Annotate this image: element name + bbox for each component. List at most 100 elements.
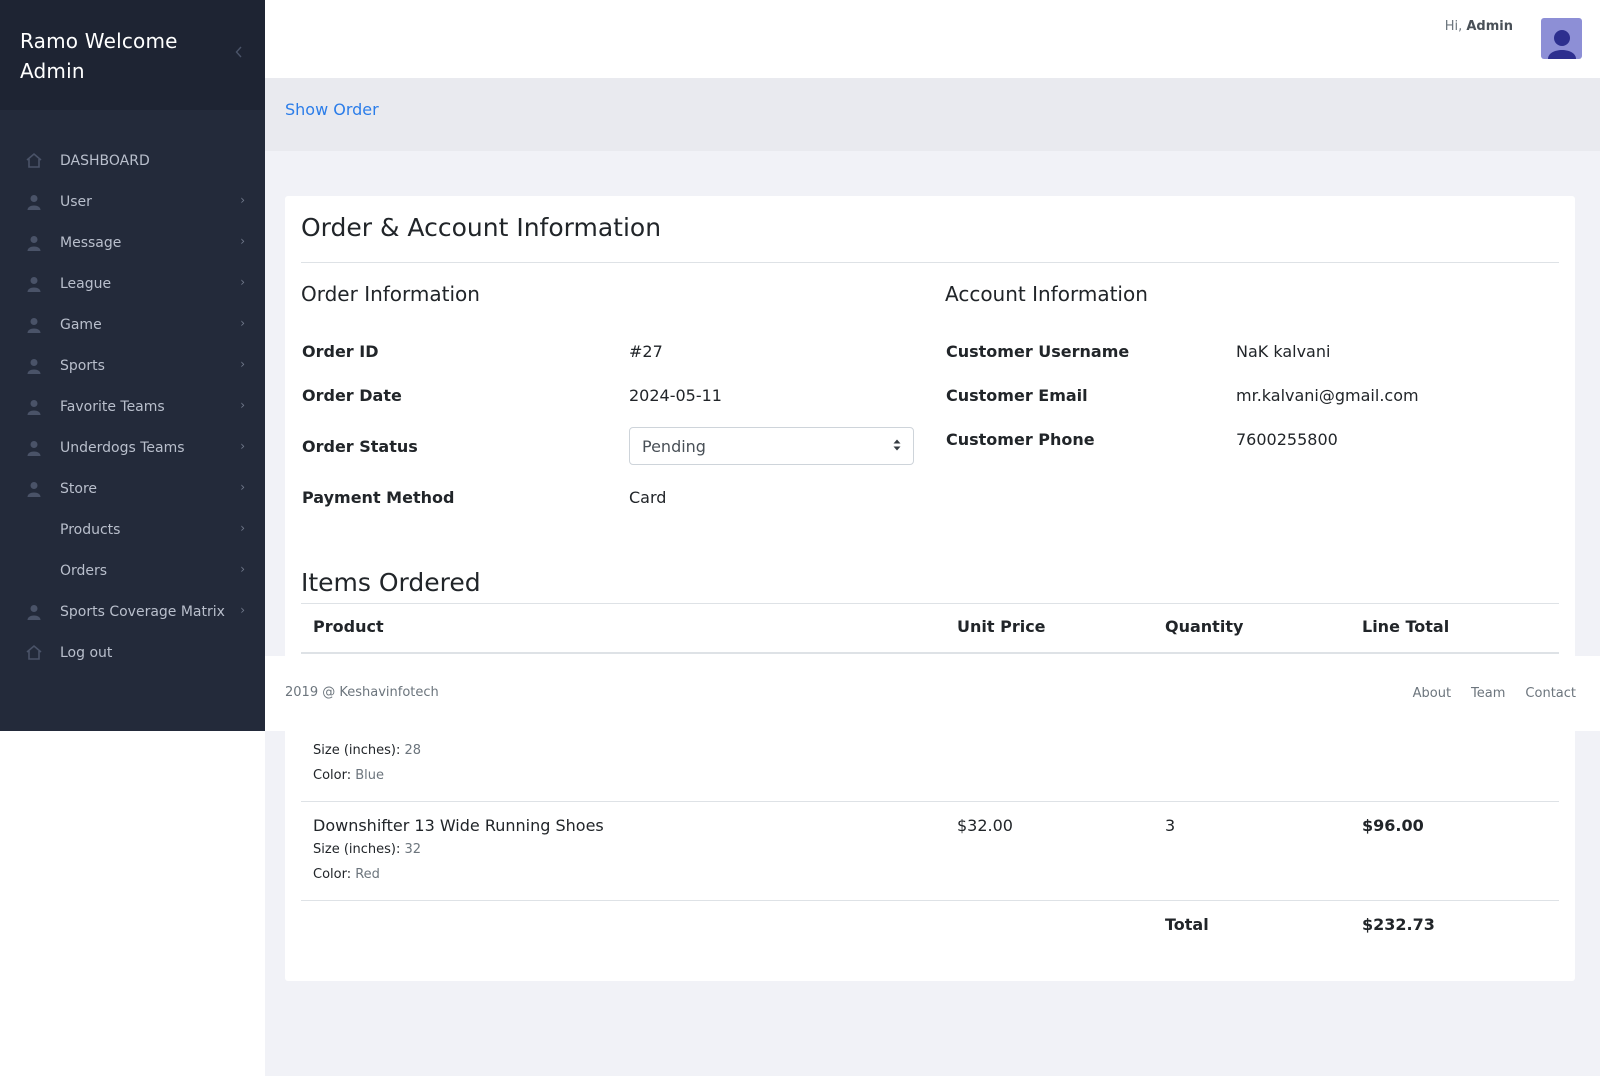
payment-method-value: Card — [629, 488, 667, 507]
column-header-line-total: Line Total — [1362, 617, 1450, 636]
sidebar-item-label: Message — [60, 234, 122, 251]
sidebar-item-label: Underdogs Teams — [60, 439, 185, 456]
sidebar-item-label: DASHBOARD — [60, 152, 150, 169]
sidebar-item-user[interactable]: User › — [0, 181, 265, 222]
chevron-right-icon: › — [240, 398, 245, 412]
sidebar-item-logout[interactable]: Log out — [0, 632, 265, 673]
sidebar-item-underdogs-teams[interactable]: Underdogs Teams › — [0, 427, 265, 468]
sidebar-item-label: Game — [60, 316, 102, 333]
table-top-border — [301, 603, 1559, 604]
breadcrumb-show-order[interactable]: Show Order — [285, 100, 379, 119]
order-info-title: Order Information — [301, 282, 480, 306]
table-row-size: Size (inches): 32 — [313, 842, 422, 857]
table-row-product: Downshifter 13 Wide Running Shoes — [313, 816, 604, 835]
footer-link-contact[interactable]: Contact — [1525, 686, 1576, 701]
column-header-unit-price: Unit Price — [957, 617, 1046, 636]
sidebar-item-dashboard[interactable]: DASHBOARD — [0, 140, 265, 181]
user-icon — [25, 234, 43, 252]
user-icon — [25, 193, 43, 211]
items-ordered-title: Items Ordered — [301, 568, 481, 597]
chevron-right-icon: › — [240, 275, 245, 289]
chevron-right-icon: › — [240, 316, 245, 330]
sidebar-brand: Ramo Welcome Admin — [0, 0, 265, 110]
chevron-right-icon: › — [240, 521, 245, 535]
sidebar-item-label: Products — [60, 521, 121, 538]
order-status-select[interactable]: Pending — [629, 427, 914, 465]
user-icon — [25, 398, 43, 416]
username-text: Admin — [1466, 19, 1513, 34]
customer-username-label: Customer Username — [946, 342, 1130, 361]
table-row-line-total: $96.00 — [1362, 816, 1424, 835]
top-header: Hi, Admin — [265, 0, 1600, 78]
sidebar-item-message[interactable]: Message › — [0, 222, 265, 263]
sidebar-item-sports[interactable]: Sports › — [0, 345, 265, 386]
sidebar-item-label: Log out — [60, 644, 113, 661]
chevron-right-icon: › — [240, 562, 245, 576]
customer-username-value: NaK kalvani — [1236, 342, 1331, 361]
customer-email-label: Customer Email — [946, 386, 1088, 405]
order-date-label: Order Date — [302, 386, 402, 405]
order-date-value: 2024-05-11 — [629, 386, 722, 405]
sidebar-item-league[interactable]: League › — [0, 263, 265, 304]
table-row-quantity: 3 — [1165, 816, 1176, 835]
sidebar: Ramo Welcome Admin DASHBOARD User › Mess… — [0, 0, 265, 731]
sidebar-item-sports-coverage-matrix[interactable]: Sports Coverage Matrix › — [0, 591, 265, 632]
total-value: $232.73 — [1362, 915, 1435, 934]
sidebar-item-label: Favorite Teams — [60, 398, 165, 415]
customer-phone-value: 7600255800 — [1236, 430, 1338, 449]
chevron-left-icon[interactable] — [235, 46, 243, 62]
user-icon — [25, 439, 43, 457]
customer-phone-label: Customer Phone — [946, 430, 1095, 449]
divider — [301, 262, 1559, 263]
user-icon — [25, 603, 43, 621]
page-background — [0, 731, 260, 1076]
sidebar-item-label: League — [60, 275, 112, 292]
sidebar-item-products[interactable]: Products › — [0, 509, 265, 550]
order-card: Order & Account Information Order Inform… — [285, 196, 1575, 981]
sidebar-item-favorite-teams[interactable]: Favorite Teams › — [0, 386, 265, 427]
sidebar-item-label: Sports — [60, 357, 105, 374]
brand-title: Ramo Welcome Admin — [20, 29, 178, 83]
table-header-border — [301, 652, 1559, 654]
sidebar-item-label: User — [60, 193, 92, 210]
breadcrumb: Show Order — [265, 78, 1600, 151]
sidebar-item-label: Sports Coverage Matrix — [60, 603, 225, 620]
customer-email-value: mr.kalvani@gmail.com — [1236, 386, 1419, 405]
table-row-color: Color: Red — [313, 867, 380, 882]
chevron-right-icon: › — [240, 603, 245, 617]
column-header-product: Product — [313, 617, 384, 636]
user-icon — [25, 357, 43, 375]
column-header-quantity: Quantity — [1165, 617, 1244, 636]
user-icon — [25, 275, 43, 293]
footer-links: About Team Contact — [1413, 686, 1576, 701]
user-greeting: Hi, Admin — [1445, 19, 1513, 34]
chevron-right-icon: › — [240, 480, 245, 494]
sidebar-nav: DASHBOARD User › Message › League › Game… — [0, 110, 265, 673]
sidebar-item-orders[interactable]: Orders › — [0, 550, 265, 591]
home-icon — [25, 644, 43, 662]
page-title: Order & Account Information — [301, 213, 662, 242]
user-icon — [25, 316, 43, 334]
table-row-border — [301, 801, 1559, 802]
home-icon — [25, 152, 43, 170]
footer-link-about[interactable]: About — [1413, 686, 1451, 701]
avatar[interactable] — [1541, 18, 1582, 59]
user-icon — [25, 480, 43, 498]
order-status-label: Order Status — [302, 437, 418, 456]
sidebar-item-game[interactable]: Game › — [0, 304, 265, 345]
order-status-value: Pending — [642, 436, 706, 456]
chevron-right-icon: › — [240, 357, 245, 371]
chevron-right-icon: › — [240, 193, 245, 207]
total-label: Total — [1165, 915, 1209, 934]
sidebar-item-store[interactable]: Store › — [0, 468, 265, 509]
table-row-border — [301, 900, 1559, 901]
select-arrows-icon — [893, 438, 901, 452]
payment-method-label: Payment Method — [302, 488, 455, 507]
account-info-title: Account Information — [945, 282, 1148, 306]
chevron-right-icon: › — [240, 439, 245, 453]
greeting-text: Hi, — [1444, 19, 1463, 34]
footer-copyright: 2019 @ Keshavinfotech — [285, 685, 439, 700]
order-id-label: Order ID — [302, 342, 379, 361]
sidebar-item-label: Store — [60, 480, 98, 497]
footer-link-team[interactable]: Team — [1471, 686, 1505, 701]
